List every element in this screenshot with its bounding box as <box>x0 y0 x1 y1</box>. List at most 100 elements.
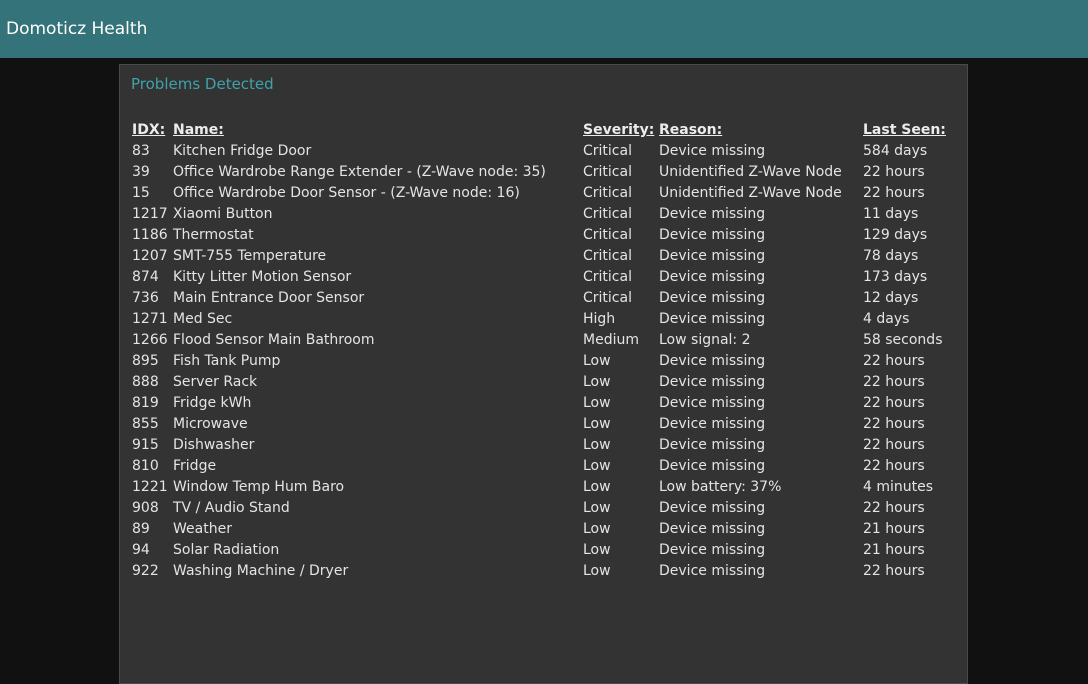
cell-last-seen: 22 hours <box>863 500 925 516</box>
column-header-idx: IDX: <box>132 122 166 138</box>
cell-last-seen: 4 days <box>863 311 910 327</box>
cell-reason: Unidentified Z-Wave Node <box>659 185 842 201</box>
cell-severity: Critical <box>583 206 632 222</box>
cell-name: TV / Audio Stand <box>173 500 290 516</box>
table-row: 89 Weather Low Device missing 21 hours <box>132 519 963 540</box>
cell-name: Server Rack <box>173 374 258 390</box>
cell-idx: 1207 <box>132 248 168 264</box>
cell-severity: Low <box>583 395 611 411</box>
top-bar: Domoticz Health <box>0 0 1088 58</box>
cell-severity: Critical <box>583 290 632 306</box>
cell-name: Main Entrance Door Sensor <box>173 290 365 306</box>
cell-severity: Low <box>583 542 611 558</box>
cell-severity: Low <box>583 563 611 579</box>
cell-severity: Critical <box>583 164 632 180</box>
cell-severity: Critical <box>583 227 632 243</box>
cell-reason: Device missing <box>659 206 766 222</box>
cell-idx: 1266 <box>132 332 168 348</box>
panel-title: Problems Detected <box>131 75 274 93</box>
cell-idx: 1221 <box>132 479 168 495</box>
cell-name: Office Wardrobe Door Sensor - (Z-Wave no… <box>173 185 520 201</box>
cell-idx: 736 <box>132 290 159 306</box>
cell-reason: Low battery: 37% <box>659 479 782 495</box>
table-row: 1186 Thermostat Critical Device missing 129 … <box>132 225 963 246</box>
table-row: 888 Server Rack Low Device missing 22 hours <box>132 372 963 393</box>
cell-name: Fridge <box>173 458 217 474</box>
cell-reason: Device missing <box>659 416 766 432</box>
table-row: 874 Kitty Litter Motion Sensor Critical Dev… <box>132 267 963 288</box>
cell-severity: Medium <box>583 332 639 348</box>
cell-name: Flood Sensor Main Bathroom <box>173 332 375 348</box>
cell-last-seen: 58 seconds <box>863 332 943 348</box>
cell-name: Washing Machine / Dryer <box>173 563 349 579</box>
cell-last-seen: 4 minutes <box>863 479 934 495</box>
cell-idx: 1217 <box>132 206 168 222</box>
cell-reason: Low signal: 2 <box>659 332 751 348</box>
column-header-reason: Reason: <box>659 122 723 138</box>
table-body: 83 Kitchen Fridge Door Critical Device miss… <box>132 141 963 582</box>
cell-idx: 819 <box>132 395 159 411</box>
cell-idx: 888 <box>132 374 159 390</box>
cell-name: Xiaomi Button <box>173 206 273 222</box>
table-row: 1266 Flood Sensor Main Bathroom Medium Low … <box>132 330 963 351</box>
cell-reason: Device missing <box>659 563 766 579</box>
table-row: 736 Main Entrance Door Sensor Critical Devi… <box>132 288 963 309</box>
column-header-severity: Severity: <box>583 122 655 138</box>
app-title: Domoticz Health <box>6 19 148 39</box>
cell-last-seen: 22 hours <box>863 416 925 432</box>
cell-idx: 908 <box>132 500 159 516</box>
cell-last-seen: 22 hours <box>863 563 925 579</box>
cell-last-seen: 12 days <box>863 290 919 306</box>
cell-name: Fridge kWh <box>173 395 252 411</box>
cell-reason: Device missing <box>659 227 766 243</box>
cell-last-seen: 11 days <box>863 206 919 222</box>
cell-severity: Low <box>583 521 611 537</box>
column-header-last-seen: Last Seen: <box>863 122 946 138</box>
cell-idx: 1186 <box>132 227 168 243</box>
problems-panel: Problems Detected IDX: Name: Severity: R… <box>119 64 968 684</box>
table-row: 855 Microwave Low Device missing 22 hours <box>132 414 963 435</box>
cell-idx: 922 <box>132 563 159 579</box>
cell-last-seen: 21 hours <box>863 542 925 558</box>
cell-name: Dishwasher <box>173 437 255 453</box>
cell-name: Office Wardrobe Range Extender - (Z-Wave… <box>173 164 546 180</box>
cell-last-seen: 22 hours <box>863 395 925 411</box>
cell-reason: Device missing <box>659 311 766 327</box>
cell-last-seen: 22 hours <box>863 185 925 201</box>
cell-idx: 915 <box>132 437 159 453</box>
cell-name: Kitchen Fridge Door <box>173 143 312 159</box>
table-row: 895 Fish Tank Pump Low Device missing 22 hou… <box>132 351 963 372</box>
table-row: 1271 Med Sec High Device missing 4 days <box>132 309 963 330</box>
cell-last-seen: 21 hours <box>863 521 925 537</box>
table-row: 15 Office Wardrobe Door Sensor - (Z-Wave … <box>132 183 963 204</box>
cell-reason: Unidentified Z-Wave Node <box>659 164 842 180</box>
cell-severity: Low <box>583 500 611 516</box>
cell-name: Fish Tank Pump <box>173 353 281 369</box>
cell-last-seen: 22 hours <box>863 374 925 390</box>
cell-name: Weather <box>173 521 232 537</box>
cell-idx: 855 <box>132 416 159 432</box>
table-header-row: IDX: Name: Severity: Reason: Last Seen: <box>132 120 963 141</box>
cell-reason: Device missing <box>659 248 766 264</box>
cell-idx: 83 <box>132 143 150 159</box>
cell-idx: 1271 <box>132 311 168 327</box>
cell-idx: 810 <box>132 458 159 474</box>
table-row: 1207 SMT-755 Temperature Critical Device mi… <box>132 246 963 267</box>
cell-severity: Low <box>583 479 611 495</box>
cell-reason: Device missing <box>659 353 766 369</box>
cell-severity: Critical <box>583 143 632 159</box>
cell-last-seen: 78 days <box>863 248 919 264</box>
cell-idx: 94 <box>132 542 150 558</box>
cell-severity: Critical <box>583 185 632 201</box>
table-row: 922 Washing Machine / Dryer Low Device miss… <box>132 561 963 582</box>
table-row: 810 Fridge Low Device missing 22 hours <box>132 456 963 477</box>
cell-severity: Low <box>583 437 611 453</box>
cell-reason: Device missing <box>659 290 766 306</box>
cell-severity: High <box>583 311 616 327</box>
cell-severity: Critical <box>583 269 632 285</box>
cell-reason: Device missing <box>659 542 766 558</box>
cell-last-seen: 22 hours <box>863 458 925 474</box>
cell-last-seen: 173 days <box>863 269 928 285</box>
cell-reason: Device missing <box>659 143 766 159</box>
cell-last-seen: 22 hours <box>863 353 925 369</box>
